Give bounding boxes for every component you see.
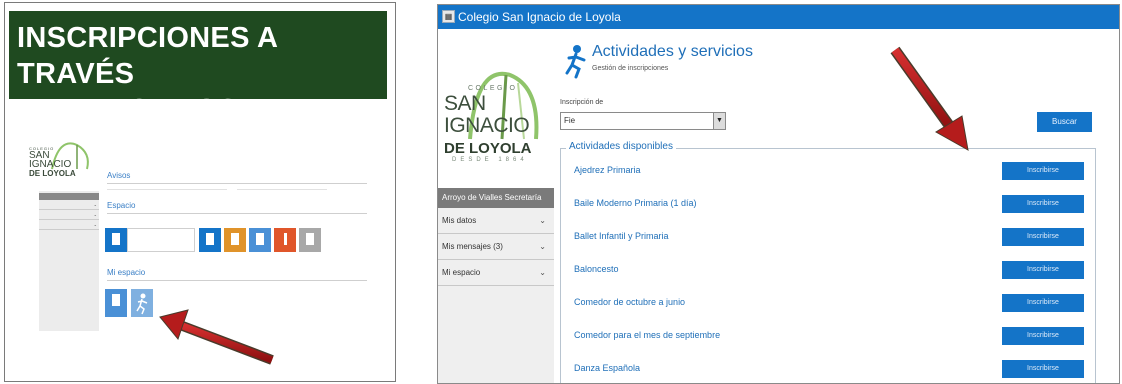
mini-tile-document — [199, 228, 221, 252]
search-button[interactable]: Buscar — [1037, 112, 1092, 132]
logo-since: DESDE 1864 — [452, 157, 528, 163]
activity-name: Comedor para el mes de septiembre — [574, 330, 721, 340]
chevron-down-icon: ⌄ — [93, 222, 97, 227]
mini-tile-orange — [224, 228, 246, 252]
chevron-down-icon[interactable]: ⌄ — [539, 234, 546, 260]
activity-name: Ajedrez Primaria — [574, 165, 641, 175]
mini-tile-file — [299, 228, 321, 252]
list-item: Comedor para el mes de septiembre Inscri… — [574, 327, 1084, 347]
sidebar-item-label: Mi espacio — [442, 268, 481, 277]
page-subtitle: Gestión de inscripciones — [592, 65, 669, 72]
mini-notice-card — [127, 228, 195, 252]
mini-tile-actividades — [131, 289, 153, 317]
activity-name: Comedor de octubre a junio — [574, 297, 686, 307]
left-slide-panel: INSCRIPCIONES A TRAVÉS DE EDUCAMOS COLEG… — [4, 2, 396, 382]
school-logo: COLEGIO SAN IGNACIO DE LOYOLA DESDE 1864 — [440, 55, 560, 165]
list-item: Comedor de octubre a junio Inscribirse — [574, 294, 1084, 314]
mini-divider — [107, 280, 367, 281]
mini-divider — [107, 213, 367, 214]
enroll-button[interactable]: Inscribirse — [1002, 195, 1084, 213]
list-item: Danza Española Inscribirse — [574, 360, 1084, 380]
chevron-down-icon: ⌄ — [93, 212, 97, 217]
list-item: Baloncesto Inscribirse — [574, 261, 1084, 281]
window-title: Colegio San Ignacio de Loyola — [458, 10, 621, 24]
mini-sidebar-item-3: ⌄ — [39, 220, 99, 230]
calendar-icon — [256, 233, 264, 245]
mini-heading-avisos: Avisos — [107, 171, 131, 180]
mini-notice-line — [237, 189, 327, 190]
activity-name: Ballet Infantil y Primaria — [574, 231, 669, 241]
document-icon — [112, 294, 120, 306]
enroll-button[interactable]: Inscribirse — [1002, 360, 1084, 378]
slide-title-line-2: DE EDUCAMOS — [17, 94, 238, 126]
file-icon — [306, 233, 314, 245]
mini-portal-screenshot: COLEGIO SAN IGNACIO DE LOYOLA ⌄ ⌄ ⌄ Avis… — [27, 131, 369, 331]
logo-line-1: SAN — [444, 92, 486, 115]
enroll-button[interactable]: Inscribirse — [1002, 228, 1084, 246]
chevron-down-icon[interactable]: ⌄ — [539, 260, 546, 286]
mini-school-logo: COLEGIO SAN IGNACIO DE LOYOLA — [27, 131, 107, 191]
window-titlebar: ▦ Colegio San Ignacio de Loyola — [438, 5, 1119, 29]
mini-tile-alert — [274, 228, 296, 252]
slide-title-line-1: INSCRIPCIONES A TRAVÉS — [17, 22, 278, 90]
educamos-window: ▦ Colegio San Ignacio de Loyola COLEGIO … — [437, 4, 1120, 384]
sidebar: Arroyo de Vialles Secretaría Mis datos ⌄… — [438, 188, 554, 383]
logo-line-2: IGNACIO — [444, 114, 530, 137]
app-window-icon: ▦ — [442, 10, 455, 23]
inscription-type-select[interactable]: Fie ▼ — [560, 112, 726, 130]
activities-legend: Actividades disponibles — [566, 141, 676, 152]
enroll-button[interactable]: Inscribirse — [1002, 162, 1084, 180]
list-item: Baile Moderno Primaria (1 día) Inscribir… — [574, 195, 1084, 215]
sidebar-item-label: Mis mensajes (3) — [442, 242, 503, 251]
sidebar-item-mis-datos[interactable]: Mis datos ⌄ — [438, 208, 554, 234]
clipboard-icon — [231, 233, 239, 245]
runner-icon — [565, 45, 586, 79]
activity-name: Baloncesto — [574, 264, 619, 274]
mini-sidebar-item-2: ⌄ — [39, 210, 99, 220]
mini-sidebar-item-1: ⌄ — [39, 200, 99, 210]
logo-line-3: DE LOYOLA — [444, 140, 532, 157]
mini-logo-line-3: DE LOYOLA — [29, 169, 76, 178]
enroll-button[interactable]: Inscribirse — [1002, 327, 1084, 345]
mini-notice-line — [107, 189, 227, 190]
slide-title: INSCRIPCIONES A TRAVÉS DE EDUCAMOS — [9, 11, 387, 126]
mini-tile-calendar — [249, 228, 271, 252]
mini-divider — [107, 183, 367, 184]
document-icon — [206, 233, 214, 245]
select-value: Fie — [564, 116, 576, 125]
enroll-button[interactable]: Inscribirse — [1002, 261, 1084, 279]
activity-name: Baile Moderno Primaria (1 día) — [574, 198, 697, 208]
chevron-down-icon[interactable]: ⌄ — [539, 208, 546, 234]
document-icon — [112, 233, 120, 245]
sidebar-item-mi-espacio[interactable]: Mi espacio ⌄ — [438, 260, 554, 286]
mini-heading-espacio: Espacio — [107, 201, 136, 210]
sidebar-user-heading: Arroyo de Vialles Secretaría — [438, 188, 554, 208]
mini-heading-mi-espacio: Mi espacio — [107, 268, 146, 277]
mini-tile-mi-documento — [105, 289, 127, 317]
alert-icon — [284, 233, 287, 245]
mini-sidebar-heading — [39, 193, 99, 200]
mini-tile-notice — [105, 228, 127, 252]
chevron-down-icon[interactable]: ▼ — [713, 113, 725, 129]
page-title: Actividades y servicios — [592, 43, 753, 60]
sidebar-item-label: Mis datos — [442, 216, 477, 225]
filter-label: Inscripción de — [560, 99, 604, 106]
list-item: Ballet Infantil y Primaria Inscribirse — [574, 228, 1084, 248]
enroll-button[interactable]: Inscribirse — [1002, 294, 1084, 312]
list-item: Ajedrez Primaria Inscribirse — [574, 162, 1084, 182]
runner-icon — [136, 293, 148, 315]
mini-sidebar: ⌄ ⌄ ⌄ — [39, 191, 99, 331]
chevron-down-icon: ⌄ — [93, 202, 97, 207]
activity-name: Danza Española — [574, 363, 641, 373]
sidebar-item-mis-mensajes[interactable]: Mis mensajes (3) ⌄ — [438, 234, 554, 260]
logo-small-text: COLEGIO — [468, 85, 518, 92]
